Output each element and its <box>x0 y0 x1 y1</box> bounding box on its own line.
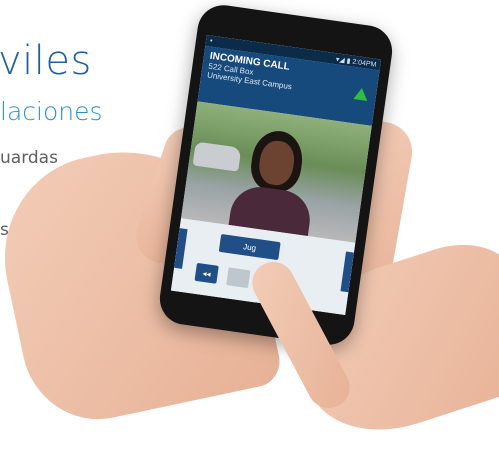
right-side-control[interactable] <box>340 251 354 293</box>
body-text-line-1: uardas <box>0 148 58 168</box>
answer-button[interactable]: Jug <box>218 233 281 261</box>
car-image <box>192 141 242 172</box>
page-title: viles <box>0 38 92 84</box>
pause-button[interactable] <box>226 267 251 289</box>
status-left: ▪ <box>209 37 213 45</box>
bell-icon[interactable] <box>353 87 369 101</box>
rewind-button[interactable]: ◂◂ <box>194 262 219 284</box>
page-subtitle: laciones <box>0 97 103 126</box>
left-side-control[interactable] <box>174 228 188 269</box>
